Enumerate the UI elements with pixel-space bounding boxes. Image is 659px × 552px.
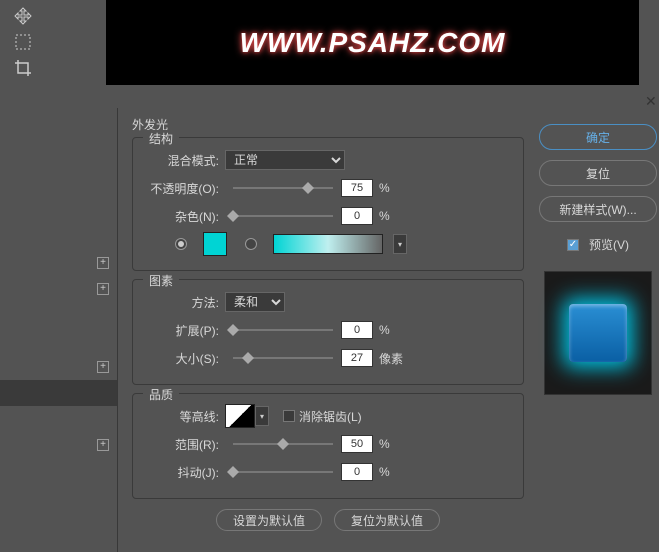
plus-icon[interactable]: +	[97, 283, 109, 295]
spread-label: 扩展(P):	[145, 322, 225, 339]
fx-item[interactable]: +	[0, 354, 117, 380]
blend-mode-select[interactable]: 正常	[225, 150, 345, 170]
spread-input[interactable]	[341, 321, 373, 339]
antialias-label: 消除锯齿(L)	[299, 408, 362, 425]
structure-group: 结构 混合模式: 正常 不透明度(O): % 杂色(N): %	[132, 137, 524, 271]
size-input[interactable]	[341, 349, 373, 367]
noise-slider[interactable]	[233, 215, 333, 217]
percent-unit: %	[379, 181, 390, 195]
plus-icon[interactable]: +	[97, 257, 109, 269]
pixel-unit: 像素	[379, 350, 403, 367]
plus-icon[interactable]: +	[97, 361, 109, 373]
gradient-dropdown[interactable]: ▾	[393, 234, 407, 254]
preview-glow-icon	[569, 304, 627, 362]
fx-item[interactable]: +	[0, 250, 117, 276]
move-tool-icon[interactable]	[11, 4, 35, 28]
contour-dropdown[interactable]: ▾	[255, 406, 269, 426]
opacity-label: 不透明度(O):	[145, 180, 225, 197]
spread-slider[interactable]	[233, 329, 333, 331]
preview-checkbox[interactable]	[567, 239, 579, 251]
fx-item[interactable]: +	[0, 432, 117, 458]
preview-thumbnail	[544, 271, 652, 395]
jitter-input[interactable]	[341, 463, 373, 481]
color-radio[interactable]	[175, 238, 187, 250]
gradient-swatch[interactable]	[273, 234, 383, 254]
panel-title: 外发光	[132, 116, 524, 133]
size-label: 大小(S):	[145, 350, 225, 367]
effect-list: + + + +	[0, 108, 118, 552]
noise-input[interactable]	[341, 207, 373, 225]
preview-label: 预览(V)	[589, 236, 629, 253]
fx-item[interactable]	[0, 406, 117, 432]
opacity-input[interactable]	[341, 179, 373, 197]
layer-style-dialog: + + + + 外发光 结构 混合模式: 正常 不透明度(O): % 杂色(N)…	[0, 108, 659, 552]
range-input[interactable]	[341, 435, 373, 453]
elements-group: 图素 方法: 柔和 扩展(P): % 大小(S): 像素	[132, 279, 524, 385]
elements-legend: 图素	[143, 272, 179, 289]
percent-unit: %	[379, 437, 390, 451]
percent-unit: %	[379, 323, 390, 337]
settings-panel: 外发光 结构 混合模式: 正常 不透明度(O): % 杂色(N): %	[118, 108, 538, 552]
reset-button[interactable]: 复位	[539, 160, 657, 186]
range-slider[interactable]	[233, 443, 333, 445]
reset-default-button[interactable]: 复位为默认值	[334, 509, 440, 531]
fx-item-outer-glow[interactable]	[0, 380, 117, 406]
selection-tool-icon[interactable]	[11, 30, 35, 54]
method-label: 方法:	[145, 294, 225, 311]
set-default-button[interactable]: 设置为默认值	[216, 509, 322, 531]
crop-tool-icon[interactable]	[11, 56, 35, 80]
structure-legend: 结构	[143, 130, 179, 147]
method-select[interactable]: 柔和	[225, 292, 285, 312]
size-slider[interactable]	[233, 357, 333, 359]
noise-label: 杂色(N):	[145, 208, 225, 225]
quality-legend: 品质	[143, 386, 179, 403]
opacity-slider[interactable]	[233, 187, 333, 189]
range-label: 范围(R):	[145, 436, 225, 453]
canvas-text: WWW.PSAHZ.COM	[240, 27, 506, 59]
percent-unit: %	[379, 465, 390, 479]
close-icon[interactable]: ✕	[645, 93, 659, 107]
action-panel: 确定 复位 新建样式(W)... 预览(V)	[538, 108, 658, 552]
ok-button[interactable]: 确定	[539, 124, 657, 150]
new-style-button[interactable]: 新建样式(W)...	[539, 196, 657, 222]
canvas-preview: WWW.PSAHZ.COM	[106, 0, 639, 85]
plus-icon[interactable]: +	[97, 439, 109, 451]
contour-swatch[interactable]	[225, 404, 255, 428]
antialias-checkbox[interactable]	[283, 410, 295, 422]
fx-item[interactable]: +	[0, 276, 117, 302]
percent-unit: %	[379, 209, 390, 223]
gradient-radio[interactable]	[245, 238, 257, 250]
quality-group: 品质 等高线: ▾ 消除锯齿(L) 范围(R): % 抖动(J): %	[132, 393, 524, 499]
color-swatch[interactable]	[203, 232, 227, 256]
jitter-label: 抖动(J):	[145, 464, 225, 481]
contour-label: 等高线:	[145, 408, 225, 425]
jitter-slider[interactable]	[233, 471, 333, 473]
blend-mode-label: 混合模式:	[145, 152, 225, 169]
left-toolbar	[0, 0, 46, 88]
